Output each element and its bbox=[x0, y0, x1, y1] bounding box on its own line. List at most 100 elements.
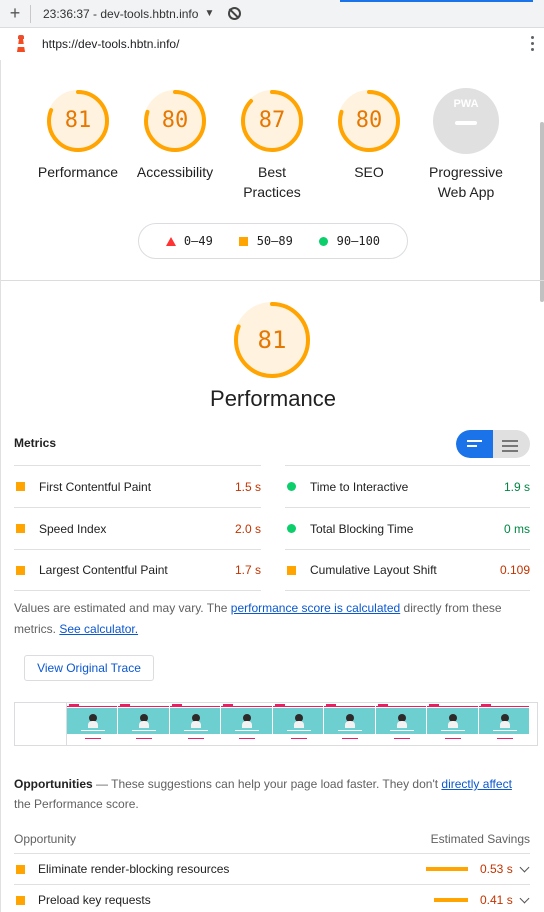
section-title: Performance bbox=[210, 386, 336, 411]
gauge-accessibility[interactable]: 80 Accessibility bbox=[120, 88, 230, 182]
metric-cls: Cumulative Layout Shift 0.109 bbox=[285, 549, 530, 591]
filmstrip-frame bbox=[221, 703, 273, 745]
chevron-down-icon[interactable] bbox=[520, 895, 530, 905]
filmstrip bbox=[14, 702, 538, 746]
filmstrip-frame bbox=[324, 703, 376, 745]
gauge-label: Best Practices bbox=[243, 164, 301, 200]
filmstrip-frame bbox=[272, 703, 324, 745]
section-divider bbox=[1, 280, 544, 281]
score-calculation-link[interactable]: performance score is calculated bbox=[231, 601, 400, 615]
metrics-view-toggle[interactable] bbox=[456, 430, 530, 458]
more-options-icon[interactable] bbox=[531, 36, 535, 54]
savings-bar bbox=[426, 867, 468, 871]
estimate-note: Values are estimated and may vary. The p… bbox=[14, 601, 502, 636]
score-scale-legend: 0–49 50–89 90–100 bbox=[138, 223, 408, 259]
report-url-bar: https://dev-tools.hbtn.info/ bbox=[0, 28, 544, 60]
metric-value: 0 ms bbox=[503, 521, 530, 536]
metric-tti: Time to Interactive 1.9 s bbox=[285, 465, 530, 507]
opportunity-name: Preload key requests bbox=[38, 893, 151, 907]
metric-value: 1.7 s bbox=[234, 563, 261, 577]
gauge-label: SEO bbox=[354, 164, 384, 180]
opportunity-savings: 0.53 s bbox=[480, 862, 513, 876]
metric-speed-index: Speed Index 2.0 s bbox=[14, 507, 261, 549]
average-square-icon bbox=[16, 524, 25, 533]
gauge-score: 80 bbox=[355, 108, 383, 133]
opportunity-savings: 0.41 s bbox=[480, 893, 513, 907]
savings-bar bbox=[434, 898, 468, 902]
expanded-view-icon bbox=[502, 440, 518, 455]
report-selector[interactable]: 23:36:37 - dev-tools.hbtn.info bbox=[43, 7, 198, 21]
opportunity-row[interactable]: Eliminate render-blocking resources 0.53… bbox=[14, 853, 530, 884]
filmstrip-frame bbox=[66, 703, 118, 745]
toolbar-divider bbox=[30, 4, 31, 23]
metrics-heading: Metrics bbox=[14, 436, 57, 450]
performance-score: 81 bbox=[257, 326, 287, 354]
gauge-performance[interactable]: 81 Performance bbox=[23, 88, 133, 182]
fail-triangle-icon bbox=[165, 236, 176, 246]
devtools-top-bar: + 23:36:37 - dev-tools.hbtn.info ▼ bbox=[0, 0, 544, 28]
category-gauges: 81 Performance 80 Accessibility 87 Best … bbox=[1, 88, 544, 228]
metric-name: Total Blocking Time bbox=[310, 521, 414, 536]
pass-circle-icon bbox=[287, 482, 296, 491]
opportunity-columns: Opportunity Estimated Savings bbox=[14, 832, 530, 846]
column-opportunity: Opportunity bbox=[14, 832, 77, 846]
metric-name: First Contentful Paint bbox=[39, 479, 152, 494]
metric-name: Time to Interactive bbox=[310, 479, 409, 494]
gauge-label: Accessibility bbox=[136, 164, 214, 180]
gauge-label: Performance bbox=[37, 164, 119, 180]
legend-fail: 0–49 bbox=[183, 234, 213, 248]
metric-value: 0.109 bbox=[499, 563, 530, 577]
average-square-icon bbox=[287, 565, 296, 575]
opportunity-row[interactable]: Preload key requests 0.41 s bbox=[14, 884, 530, 912]
see-calculator-link[interactable]: See calculator. bbox=[59, 622, 138, 636]
gauge-best-practices[interactable]: 87 Best Practices bbox=[217, 88, 327, 202]
gauge-label: Progressive Web App bbox=[429, 164, 503, 200]
clear-report-icon[interactable] bbox=[228, 7, 242, 20]
pwa-badge-icon: PWA bbox=[433, 88, 499, 154]
performance-gauge: 81 bbox=[232, 300, 312, 380]
gauge-seo[interactable]: 80 SEO bbox=[314, 88, 424, 182]
lighthouse-logo-icon bbox=[14, 35, 28, 53]
legend-average: 50–89 bbox=[256, 234, 293, 248]
metric-name: Largest Contentful Paint bbox=[39, 563, 168, 577]
metric-name: Speed Index bbox=[39, 521, 107, 536]
gauge-pwa[interactable]: PWA Progressive Web App bbox=[411, 88, 521, 202]
report-page: 81 Performance 80 Accessibility 87 Best … bbox=[0, 60, 544, 912]
opportunity-name: Eliminate render-blocking resources bbox=[38, 862, 230, 876]
legend-pass: 90–100 bbox=[336, 234, 381, 248]
column-savings: Estimated Savings bbox=[430, 832, 530, 846]
opportunities-title: Opportunities bbox=[14, 777, 93, 791]
filmstrip-frame bbox=[478, 703, 530, 745]
metric-value: 2.0 s bbox=[234, 521, 261, 536]
filmstrip-frame bbox=[427, 703, 479, 745]
average-square-icon bbox=[16, 895, 25, 905]
gauge-score: 80 bbox=[161, 108, 189, 133]
gauge-score: 87 bbox=[258, 108, 286, 133]
pass-circle-icon bbox=[287, 524, 296, 533]
new-report-icon[interactable]: + bbox=[0, 3, 30, 24]
filmstrip-frame bbox=[375, 703, 427, 745]
opportunities-header: Opportunities — These suggestions can he… bbox=[14, 777, 512, 811]
compact-view-icon bbox=[467, 440, 482, 450]
compact-view-button[interactable] bbox=[456, 430, 493, 458]
gauge-score: 81 bbox=[64, 108, 92, 133]
view-original-trace-button[interactable]: View Original Trace bbox=[24, 655, 154, 681]
metric-fcp: First Contentful Paint 1.5 s bbox=[14, 465, 261, 507]
dropdown-arrow-icon[interactable]: ▼ bbox=[204, 8, 214, 19]
filmstrip-frame bbox=[118, 703, 170, 745]
pass-circle-icon bbox=[318, 236, 328, 246]
metric-lcp: Largest Contentful Paint 1.7 s bbox=[14, 549, 261, 591]
metric-value: 1.9 s bbox=[503, 479, 530, 494]
average-square-icon bbox=[16, 864, 25, 874]
report-url: https://dev-tools.hbtn.info/ bbox=[42, 37, 180, 51]
metric-name: Cumulative Layout Shift bbox=[310, 563, 437, 577]
filmstrip-frame bbox=[169, 703, 221, 745]
filmstrip-frame bbox=[15, 703, 67, 745]
metric-value: 1.5 s bbox=[234, 479, 261, 494]
average-square-icon bbox=[238, 236, 248, 246]
average-square-icon bbox=[16, 565, 25, 575]
average-square-icon bbox=[16, 482, 25, 491]
chevron-down-icon[interactable] bbox=[520, 864, 530, 874]
metric-tbt: Total Blocking Time 0 ms bbox=[285, 507, 530, 549]
directly-affect-link[interactable]: directly affect bbox=[441, 777, 511, 791]
